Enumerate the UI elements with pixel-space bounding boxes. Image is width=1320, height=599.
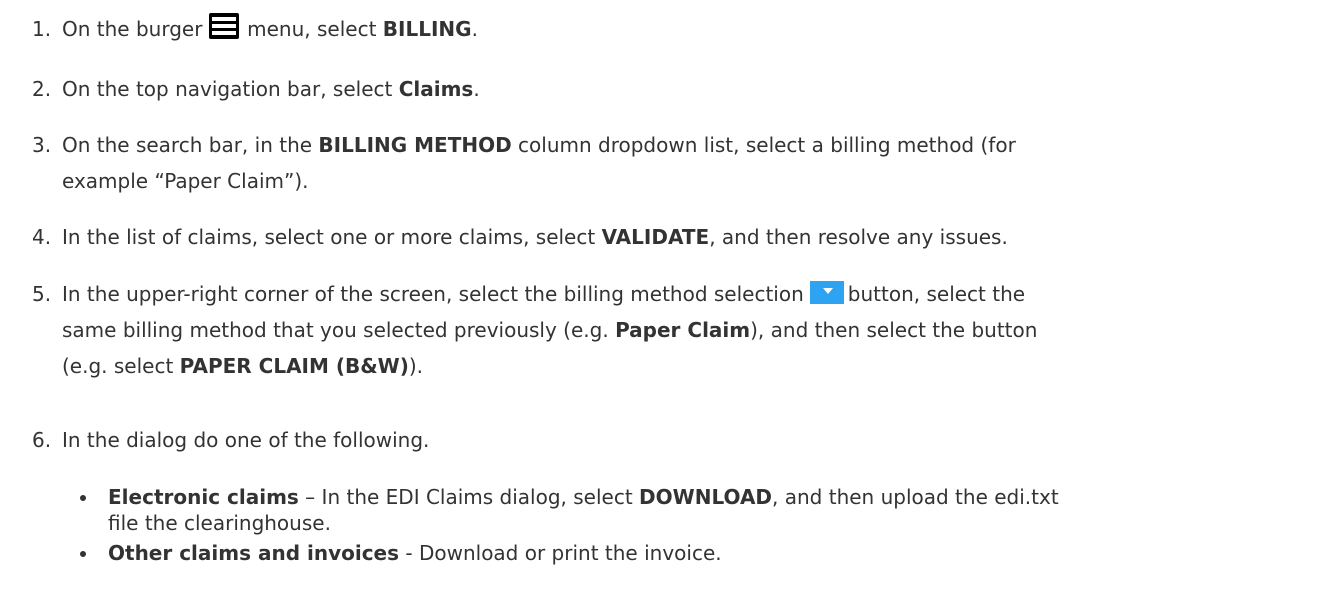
list-item: Other claims and invoices - Download or …	[0, 540, 1320, 566]
step-number: 3.	[32, 133, 52, 157]
step-number: 6.	[32, 428, 52, 452]
step-number: 1.	[32, 17, 52, 41]
bullet-list: Electronic claims – In the EDI Claims di…	[0, 484, 1320, 566]
burger-menu-icon	[208, 13, 239, 39]
bullet-icon	[80, 551, 86, 557]
step-number: 5.	[32, 282, 52, 306]
list-item: Electronic claims – In the EDI Claims di…	[0, 484, 1320, 536]
step-number: 4.	[32, 225, 52, 249]
dropdown-button-icon	[809, 281, 844, 304]
bullet-icon	[80, 495, 86, 501]
step-number: 2.	[32, 77, 52, 101]
